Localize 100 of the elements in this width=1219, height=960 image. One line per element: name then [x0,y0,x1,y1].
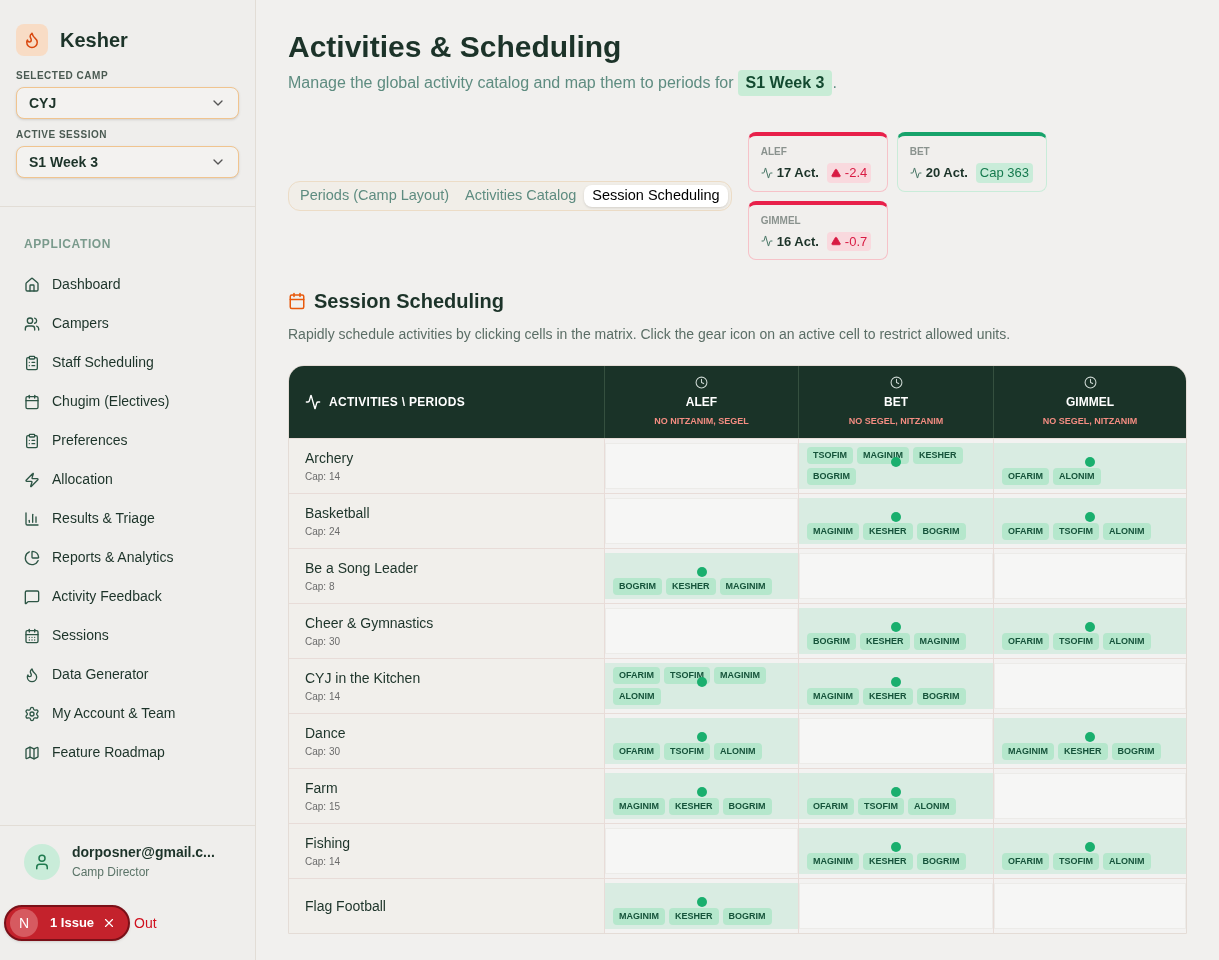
settings-handle[interactable] [891,677,901,687]
sidebar-item[interactable]: Preferences [16,421,239,460]
unit-tag: BOGRIM [807,633,856,650]
unit-tag: TSOFIM [664,743,710,760]
scheduled-cell[interactable]: OFARIM TSOFIM ALONIM [994,828,1186,874]
section-description: Rapidly schedule activities by clicking cells in the matrix. Click the gear icon on an active cell to restrict allowed units. [288,325,1012,344]
scheduled-cell[interactable]: BOGRIM KESHER MAGINIM [605,553,798,599]
scheduled-cell[interactable]: OFARIM TSOFIM ALONIM [605,718,798,764]
scheduled-cell[interactable]: OFARIM ALONIM [994,443,1186,489]
unit-tag: BOGRIM [916,688,966,705]
avatar-icon [24,843,60,880]
sidebar-item[interactable]: Data Generator [16,655,239,694]
matrix-corner-header: ACTIVITIES \ PERIODS [329,394,466,411]
settings-handle[interactable] [891,622,901,632]
scheduled-cell[interactable]: MAGINIM KESHER BOGRIM [605,773,798,819]
sidebar-item[interactable]: Reports & Analytics [16,538,239,577]
unit-tag: OFARIM [613,667,660,684]
stat-badge: Cap 363 [975,163,1033,183]
calendar-icon [24,393,40,410]
unit-tag: TSOFIM [858,798,904,815]
unit-tag: TSOFIM [1053,633,1099,650]
activity-capacity: Cap: 14 [305,470,342,484]
page-title: Activities & Scheduling [288,32,623,62]
page-subtitle: Manage the global activity catalog and map them to periods for [288,73,734,93]
settings-handle[interactable] [696,732,707,742]
settings-handle[interactable] [891,842,901,852]
activity-name: Farm [305,779,339,798]
dropdown-field[interactable]: CYJ [16,87,239,119]
unit-tag: MAGINIM [719,578,772,595]
unit-tag: ALONIM [1103,853,1151,870]
settings-handle[interactable] [1085,512,1095,522]
scheduled-cell[interactable]: OFARIM TSOFIM MAGINIM ALONIM [605,663,798,709]
activity-name: Flag Football [305,896,387,916]
settings-handle[interactable] [696,897,707,907]
pulse-icon [909,166,922,179]
settings-handle[interactable] [891,787,901,797]
scheduled-cell[interactable]: MAGINIM KESHER BOGRIM [799,498,993,544]
scheduled-cell[interactable]: OFARIM TSOFIM ALONIM [799,773,993,819]
issue-count: 1 Issue [50,914,95,933]
scheduled-cell[interactable]: MAGINIM KESHER BOGRIM [799,828,993,874]
clock-icon [695,375,708,389]
settings-handle[interactable] [696,567,707,577]
sidebar-item[interactable]: Staff Scheduling [16,343,239,382]
activity-capacity: Cap: 24 [305,525,342,539]
stat-badge: -0.7 [826,231,872,251]
sidebar-item[interactable]: Results & Triage [16,499,239,538]
settings-handle[interactable] [1085,842,1095,852]
unit-tag: KESHER [666,578,716,595]
clipboard-icon [24,354,40,371]
issue-badge[interactable]: N 1 Issue [4,905,131,941]
settings-handle[interactable] [891,457,901,467]
tab[interactable]: Session Scheduling [584,185,728,207]
activity-name: Basketball [305,504,371,523]
unit-tag: TSOFIM [664,667,710,684]
sidebar-item[interactable]: Activity Feedback [16,577,239,616]
activity-capacity: Cap: 30 [305,635,342,649]
settings-handle[interactable] [696,787,707,797]
activity-capacity: Cap: 8 [305,580,336,594]
unit-tag: MAGINIM [1002,743,1054,760]
unit-tag: ALONIM [1103,523,1151,540]
scheduled-cell[interactable]: OFARIM TSOFIM ALONIM [994,498,1186,544]
brand-name: Kesher [60,28,128,53]
sidebar-item[interactable]: Campers [16,304,239,343]
scheduled-cell[interactable]: MAGINIM KESHER BOGRIM [605,883,798,929]
unit-tag: MAGINIM [807,688,859,705]
logo-icon [16,24,48,56]
settings-icon [24,705,40,722]
settings-handle[interactable] [1085,457,1095,467]
sidebar-item[interactable]: Feature Roadmap [16,733,239,772]
unit-tag: KESHER [913,447,963,464]
sidebar-item[interactable]: Sessions [16,616,239,655]
unit-tag: OFARIM [807,798,854,815]
users-icon [24,315,40,332]
unit-tag: MAGINIM [807,523,859,540]
sidebar-item[interactable]: Dashboard [16,265,239,304]
unit-tag: MAGINIM [613,798,665,815]
scheduled-cell[interactable]: OFARIM TSOFIM ALONIM [994,608,1186,654]
sidebar-item[interactable]: Chugim (Electives) [16,382,239,421]
settings-handle[interactable] [1085,732,1095,742]
sidebar-item[interactable]: My Account & Team [16,694,239,733]
period-name: ALEF [760,145,788,159]
calendar-icon [288,292,306,310]
period-name: BET [909,145,931,159]
sign-out-link[interactable]: Out [134,912,157,934]
warning-icon [830,167,841,178]
unit-tag: KESHER [1058,743,1108,760]
unit-tag: BOGRIM [916,523,966,540]
settings-handle[interactable] [1085,622,1095,632]
sidebar-item[interactable]: Allocation [16,460,239,499]
unit-tag: OFARIM [1002,633,1049,650]
unit-tag: KESHER [863,853,913,870]
dropdown-field[interactable]: S1 Week 3 [16,146,239,178]
scheduled-cell[interactable]: BOGRIM KESHER MAGINIM [799,608,993,654]
scheduled-cell[interactable]: MAGINIM KESHER BOGRIM [994,718,1186,764]
scheduled-cell[interactable]: TSOFIM MAGINIM KESHER BOGRIM [799,443,993,489]
scheduled-cell[interactable]: MAGINIM KESHER BOGRIM [799,663,993,709]
unit-tag: TSOFIM [1053,853,1099,870]
activity-name: Fishing [305,834,352,853]
settings-handle[interactable] [891,512,901,522]
bar-chart-icon [24,510,40,527]
